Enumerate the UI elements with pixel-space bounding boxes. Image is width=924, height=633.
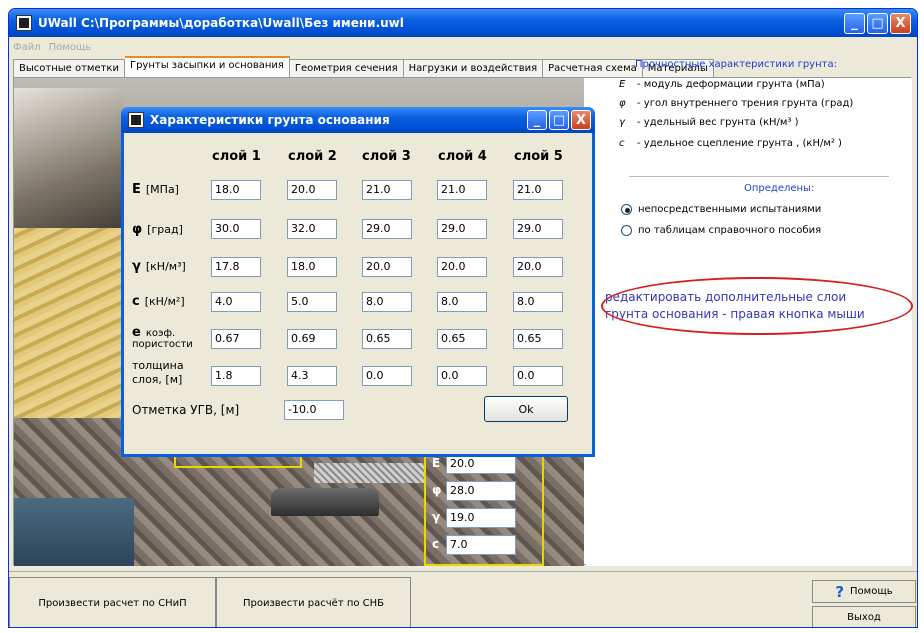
row-label-porosity: e коэф. пористости bbox=[132, 325, 193, 350]
column-header-layer4: слой 4 bbox=[438, 149, 487, 164]
menu-bar: Файл Помощь bbox=[9, 38, 917, 56]
legend-row-gamma: γ- удельный вес грунта (кН/м³ ) bbox=[619, 117, 799, 128]
field-thickness-5[interactable]: 0.0 bbox=[513, 366, 563, 386]
menu-help[interactable]: Помощь bbox=[49, 42, 92, 53]
scene-field-e[interactable]: 20.0 bbox=[446, 454, 516, 474]
title-bar[interactable]: UWall C:\Программы\доработка\Uwall\Без и… bbox=[9, 9, 917, 37]
radio-dot[interactable] bbox=[621, 225, 632, 236]
row-label-thickness: толщина слоя, [м] bbox=[132, 359, 184, 386]
column-header-layer3: слой 3 bbox=[362, 149, 411, 164]
field-thickness-4[interactable]: 0.0 bbox=[437, 366, 487, 386]
help-question-icon: ? bbox=[835, 582, 845, 601]
dialog-title-bar[interactable]: Характеристики грунта основания _ □ X bbox=[121, 107, 595, 133]
calc-snip-button[interactable]: Произвести расчет по СНиП bbox=[9, 577, 216, 627]
minimize-button[interactable]: _ bbox=[844, 13, 865, 34]
field-thickness-3[interactable]: 0.0 bbox=[362, 366, 412, 386]
legend-title: Прочностные характеристики грунта: bbox=[635, 59, 837, 70]
dialog-app-icon bbox=[128, 112, 144, 128]
field-gamma-1[interactable]: 17.8 bbox=[211, 257, 261, 277]
row-label-e: E [МПа] bbox=[132, 182, 179, 197]
close-button[interactable]: X bbox=[890, 13, 911, 34]
field-porosity-2[interactable]: 0.69 bbox=[287, 329, 337, 349]
tab-soils[interactable]: Грунты засыпки и основания bbox=[124, 56, 290, 77]
wall-footing bbox=[271, 488, 379, 516]
tab-loads[interactable]: Нагрузки и воздействия bbox=[403, 59, 544, 77]
field-phi-5[interactable]: 29.0 bbox=[513, 219, 563, 239]
row-label-c: c [кН/м²] bbox=[132, 294, 185, 309]
defined-title: Определены: bbox=[744, 183, 815, 194]
ugv-field[interactable]: -10.0 bbox=[284, 400, 344, 420]
tab-geometry[interactable]: Геометрия сечения bbox=[289, 59, 404, 77]
field-e-1[interactable]: 18.0 bbox=[211, 180, 261, 200]
field-e-5[interactable]: 21.0 bbox=[513, 180, 563, 200]
maximize-button[interactable]: □ bbox=[867, 13, 888, 34]
field-thickness-1[interactable]: 1.8 bbox=[211, 366, 261, 386]
field-porosity-1[interactable]: 0.67 bbox=[211, 329, 261, 349]
row-label-phi: φ [град] bbox=[132, 222, 183, 237]
calc-snb-button[interactable]: Произвести расчёт по СНБ bbox=[216, 577, 411, 627]
scene-label-c: c bbox=[432, 537, 440, 551]
legend-row-e: E- модуль деформации грунта (мПа) bbox=[619, 79, 825, 90]
tab-strip: Высотные отметки Грунты засыпки и основа… bbox=[13, 56, 714, 77]
radio-tables[interactable]: по таблицам справочного пособия bbox=[621, 225, 821, 236]
window-title: UWall C:\Программы\доработка\Uwall\Без и… bbox=[38, 16, 404, 30]
scene-field-phi[interactable]: 28.0 bbox=[446, 481, 516, 501]
ok-button[interactable]: Ok bbox=[484, 396, 568, 422]
field-c-1[interactable]: 4.0 bbox=[211, 292, 261, 312]
field-c-4[interactable]: 8.0 bbox=[437, 292, 487, 312]
field-phi-4[interactable]: 29.0 bbox=[437, 219, 487, 239]
radio-dot-selected[interactable] bbox=[621, 204, 632, 215]
scene-label-gamma: γ bbox=[432, 510, 441, 524]
field-gamma-3[interactable]: 20.0 bbox=[362, 257, 412, 277]
field-phi-2[interactable]: 32.0 bbox=[287, 219, 337, 239]
field-thickness-2[interactable]: 4.3 bbox=[287, 366, 337, 386]
scene-field-c[interactable]: 7.0 bbox=[446, 535, 516, 555]
legend-row-phi: φ- угол внутреннего трения грунта (град) bbox=[619, 98, 854, 109]
field-gamma-5[interactable]: 20.0 bbox=[513, 257, 563, 277]
row-label-gamma: γ [кН/м³] bbox=[132, 259, 186, 274]
scene-label-e: E bbox=[432, 456, 441, 470]
field-porosity-4[interactable]: 0.65 bbox=[437, 329, 487, 349]
field-e-3[interactable]: 21.0 bbox=[362, 180, 412, 200]
column-header-layer1: слой 1 bbox=[212, 149, 261, 164]
dialog-maximize-button[interactable]: □ bbox=[549, 110, 569, 130]
field-e-2[interactable]: 20.0 bbox=[287, 180, 337, 200]
tab-scheme[interactable]: Расчетная схема bbox=[543, 59, 643, 77]
column-header-layer5: слой 5 bbox=[514, 149, 563, 164]
red-annotation-ellipse bbox=[601, 277, 913, 335]
soil-properties-dialog: Характеристики грунта основания _ □ X сл… bbox=[121, 107, 595, 457]
radio-tests[interactable]: непосредственными испытаниями bbox=[621, 204, 821, 215]
field-c-3[interactable]: 8.0 bbox=[362, 292, 412, 312]
field-c-2[interactable]: 5.0 bbox=[287, 292, 337, 312]
tab-heights[interactable]: Высотные отметки bbox=[13, 59, 125, 77]
field-phi-3[interactable]: 29.0 bbox=[362, 219, 412, 239]
field-e-4[interactable]: 21.0 bbox=[437, 180, 487, 200]
dialog-minimize-button[interactable]: _ bbox=[527, 110, 547, 130]
column-header-layer2: слой 2 bbox=[288, 149, 337, 164]
field-c-5[interactable]: 8.0 bbox=[513, 292, 563, 312]
water-area bbox=[14, 498, 134, 566]
cliff-image bbox=[14, 88, 124, 238]
dialog-title: Характеристики грунта основания bbox=[150, 113, 390, 127]
field-gamma-4[interactable]: 20.0 bbox=[437, 257, 487, 277]
field-porosity-5[interactable]: 0.65 bbox=[513, 329, 563, 349]
help-button[interactable]: ? Помощь bbox=[812, 580, 916, 603]
dialog-close-button[interactable]: X bbox=[571, 110, 591, 130]
field-porosity-3[interactable]: 0.65 bbox=[362, 329, 412, 349]
legend-divider bbox=[629, 176, 889, 177]
wall-hatch bbox=[314, 463, 424, 483]
field-gamma-2[interactable]: 18.0 bbox=[287, 257, 337, 277]
field-phi-1[interactable]: 30.0 bbox=[211, 219, 261, 239]
legend-row-c: c- удельное сцепление грунта , (кН/м² ) bbox=[619, 138, 842, 149]
exit-button[interactable]: Выход bbox=[812, 606, 916, 627]
scene-field-gamma[interactable]: 19.0 bbox=[446, 508, 516, 528]
app-icon bbox=[16, 15, 32, 31]
ugv-label: Отметка УГВ, [м] bbox=[132, 403, 240, 417]
menu-file[interactable]: Файл bbox=[13, 42, 41, 53]
scene-label-phi: φ bbox=[432, 483, 442, 497]
